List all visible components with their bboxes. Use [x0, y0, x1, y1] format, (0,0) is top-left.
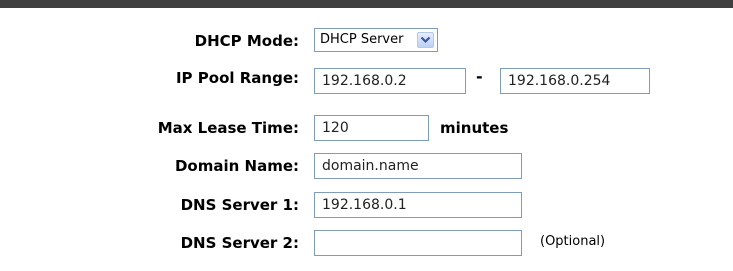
lease-time-unit-label: minutes [440, 119, 509, 137]
domain-name-label: Domain Name: [174, 157, 299, 175]
dns-server-2-input[interactable] [314, 230, 522, 256]
dhcp-mode-select[interactable]: DHCP Server [314, 28, 438, 52]
dhcp-mode-selected-value: DHCP Server [320, 32, 404, 47]
chevron-down-icon[interactable] [417, 32, 434, 48]
max-lease-time-label: Max Lease Time: [157, 119, 299, 137]
chevron-down-icon-glyph [420, 36, 431, 44]
range-separator: - [476, 67, 483, 86]
ip-pool-end-input[interactable] [500, 68, 650, 94]
dns-server-1-input[interactable] [314, 192, 522, 218]
ip-pool-start-input[interactable] [314, 68, 466, 94]
dns-server-2-label: DNS Server 2: [180, 234, 299, 252]
ip-pool-range-label: IP Pool Range: [175, 69, 299, 87]
dns-server-1-label: DNS Server 1: [180, 196, 299, 214]
dhcp-mode-label: DHCP Mode: [194, 32, 299, 50]
optional-note: (Optional) [540, 234, 606, 249]
max-lease-time-input[interactable] [314, 115, 429, 141]
domain-name-input[interactable] [314, 153, 522, 179]
section-header-bar [0, 0, 733, 8]
